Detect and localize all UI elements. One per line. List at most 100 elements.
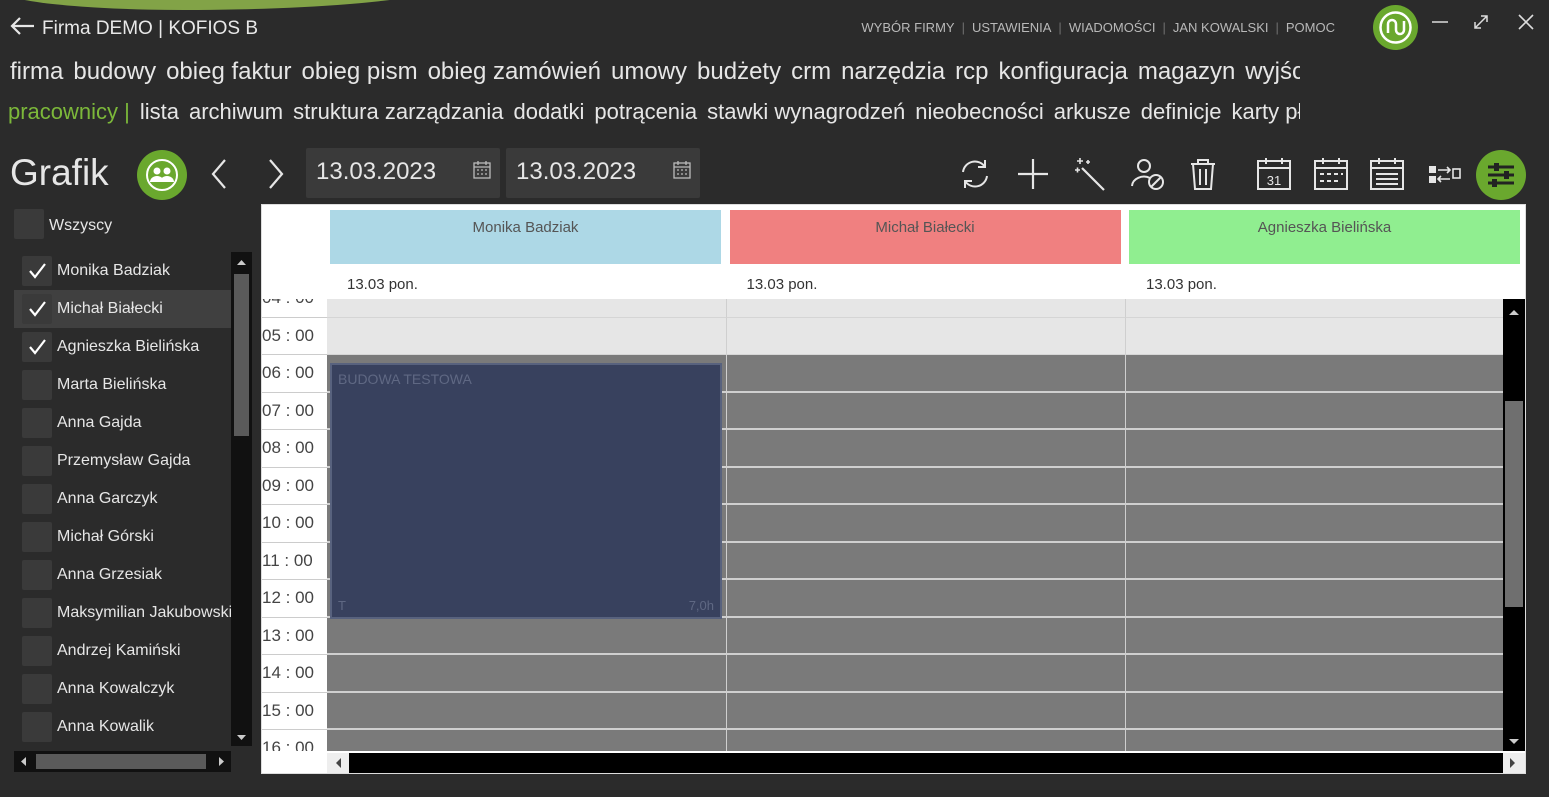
employee-row[interactable]: Maksymilian Jakubowski <box>14 594 231 632</box>
calendar-icon[interactable] <box>672 160 692 180</box>
employee-row[interactable]: Marta Bielińska <box>14 366 231 404</box>
schedule-cells[interactable]: BUDOWA TESTOWA T 7,0h <box>327 299 1503 751</box>
user-block-icon[interactable] <box>1130 156 1166 192</box>
nav-narzedzia[interactable]: narzędzia <box>841 58 945 85</box>
subnav-definicje[interactable]: definicje <box>1141 99 1222 124</box>
subnav-arkusze[interactable]: arkusze <box>1054 99 1131 124</box>
employee-checkbox[interactable] <box>22 712 52 742</box>
schedule-cell[interactable] <box>1126 692 1503 730</box>
schedule-cell[interactable] <box>726 392 1126 430</box>
nav-obieg-faktur[interactable]: obieg faktur <box>166 58 291 85</box>
schedule-cell[interactable] <box>1126 392 1503 430</box>
employee-checkbox[interactable] <box>22 484 52 514</box>
select-all-checkbox[interactable] <box>14 209 44 239</box>
nav-crm[interactable]: crm <box>791 58 831 85</box>
employee-row[interactable]: Anna Kowalczyk <box>14 670 231 708</box>
schedule-cell[interactable] <box>1126 655 1503 693</box>
menu-company-select[interactable]: WYBÓR FIRMY <box>861 20 954 35</box>
employee-row[interactable]: Anna Gajda <box>14 404 231 442</box>
employee-row[interactable]: Monika Badziak <box>14 252 231 290</box>
date-to-field[interactable]: 13.03.2023 <box>506 148 700 198</box>
employee-list-scrollbar[interactable] <box>231 252 252 746</box>
column-header-employee[interactable]: Monika Badziak <box>330 210 721 264</box>
nav-budowy[interactable]: budowy <box>73 58 156 85</box>
employee-row[interactable]: Anna Garczyk <box>14 480 231 518</box>
subnav-archiwum[interactable]: archiwum <box>189 99 283 124</box>
magic-wand-icon[interactable] <box>1072 156 1108 192</box>
column-header-employee[interactable]: Michał Białecki <box>729 210 1121 264</box>
employee-checkbox[interactable] <box>22 446 52 476</box>
schedule-cell[interactable] <box>1126 542 1503 580</box>
subnav-struktura[interactable]: struktura zarządzania <box>293 99 503 124</box>
maximize-icon[interactable] <box>1467 10 1495 34</box>
employee-row[interactable]: Agnieszka Bielińska <box>14 328 231 366</box>
employee-checkbox[interactable] <box>22 408 52 438</box>
schedule-cell[interactable] <box>726 730 1126 751</box>
employee-row[interactable]: Michał Górski <box>14 518 231 556</box>
employee-checkbox[interactable] <box>22 598 52 628</box>
nav-obieg-pism[interactable]: obieg pism <box>302 58 418 85</box>
employee-row[interactable]: Przemysław Gajda <box>14 442 231 480</box>
schedule-cell[interactable] <box>327 617 727 655</box>
schedule-cell[interactable] <box>327 730 727 751</box>
nav-magazyn[interactable]: magazyn <box>1138 58 1235 85</box>
employee-list[interactable]: Monika Badziak Michał Białecki Agnieszka B… <box>14 252 231 746</box>
subnav-dodatki[interactable]: dodatki <box>513 99 584 124</box>
schedule-cell[interactable] <box>726 299 1126 318</box>
nav-wyjscia[interactable]: wyjści <box>1245 58 1300 85</box>
schedule-cell[interactable] <box>1126 730 1503 751</box>
employee-row[interactable]: Anna Kowalik <box>14 708 231 746</box>
schedule-cell[interactable] <box>726 430 1126 468</box>
close-icon[interactable] <box>1512 10 1540 34</box>
schedule-cell[interactable] <box>726 355 1126 393</box>
schedule-cell[interactable] <box>726 542 1126 580</box>
schedule-event[interactable]: BUDOWA TESTOWA T 7,0h <box>330 363 722 619</box>
schedule-cell[interactable] <box>726 467 1126 505</box>
schedule-cell[interactable] <box>1126 430 1503 468</box>
menu-settings[interactable]: USTAWIENIA <box>972 20 1051 35</box>
employee-row[interactable]: Andrzej Kamiński <box>14 632 231 670</box>
nav-obieg-zamowien[interactable]: obieg zamówień <box>428 58 601 85</box>
schedule-cell[interactable] <box>1126 467 1503 505</box>
schedule-cell[interactable] <box>726 580 1126 618</box>
column-header-employee[interactable]: Agnieszka Bielińska <box>1129 210 1520 264</box>
menu-help[interactable]: POMOC <box>1286 20 1335 35</box>
schedule-cell[interactable] <box>1126 317 1503 355</box>
next-date-icon[interactable] <box>262 156 290 192</box>
nav-firma[interactable]: firma <box>10 58 63 85</box>
employee-checkbox[interactable] <box>22 522 52 552</box>
schedule-cell[interactable] <box>1126 580 1503 618</box>
swap-icon[interactable] <box>1427 156 1463 192</box>
employee-row[interactable]: Anna Grzesiak <box>14 556 231 594</box>
schedule-cell[interactable] <box>726 317 1126 355</box>
prev-date-icon[interactable] <box>205 156 233 192</box>
schedule-cell[interactable] <box>327 692 727 730</box>
nav-budzety[interactable]: budżety <box>697 58 781 85</box>
calendar-month-icon[interactable] <box>1369 156 1405 192</box>
schedule-cell[interactable] <box>726 617 1126 655</box>
add-icon[interactable] <box>1015 156 1051 192</box>
nav-umowy[interactable]: umowy <box>611 58 687 85</box>
menu-messages[interactable]: WIADOMOŚCI <box>1069 20 1156 35</box>
schedule-cell[interactable] <box>1126 355 1503 393</box>
minimize-icon[interactable] <box>1426 10 1454 34</box>
select-all-row[interactable]: Wszyscy <box>14 209 234 241</box>
date-from-field[interactable]: 13.03.2023 <box>306 148 500 198</box>
subnav-lista[interactable]: lista <box>140 99 179 124</box>
employee-checkbox-checked[interactable] <box>22 332 52 362</box>
menu-user[interactable]: JAN KOWALSKI <box>1173 20 1269 35</box>
schedule-cell[interactable] <box>726 692 1126 730</box>
schedule-hscrollbar[interactable] <box>327 753 1525 773</box>
schedule-cell[interactable] <box>327 299 727 318</box>
filter-settings-icon[interactable] <box>1476 150 1526 200</box>
employee-checkbox-checked[interactable] <box>22 256 52 286</box>
calendar-icon[interactable] <box>472 160 492 180</box>
subnav-potracenia[interactable]: potrącenia <box>594 99 697 124</box>
subnav-stawki[interactable]: stawki wynagrodzeń <box>707 99 905 124</box>
schedule-vscrollbar[interactable] <box>1503 299 1525 751</box>
employee-checkbox[interactable] <box>22 636 52 666</box>
people-icon[interactable] <box>137 150 187 200</box>
schedule-cell[interactable] <box>1126 505 1503 543</box>
nav-section-pracownicy[interactable]: pracownicy | <box>8 99 130 124</box>
employee-checkbox[interactable] <box>22 560 52 590</box>
